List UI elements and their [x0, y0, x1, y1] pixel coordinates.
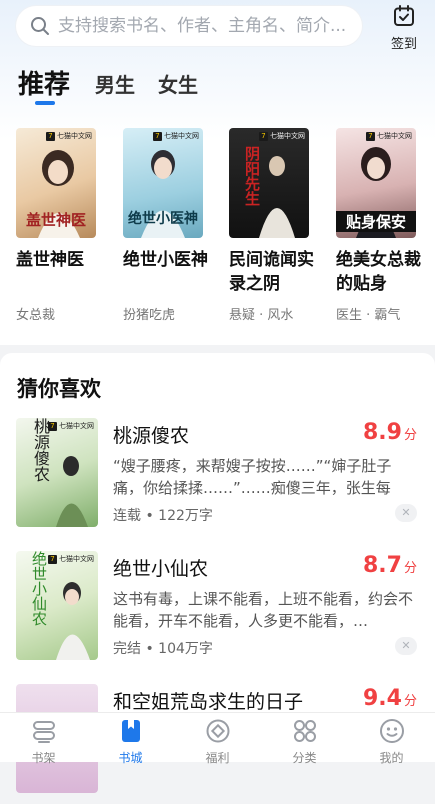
recommend-book-card[interactable]: 7 七猫中文网 阴阳先生 民间诡闻实录之阴 悬疑 · 风水	[229, 128, 315, 323]
book-title: 盖世神医	[16, 250, 84, 270]
book-description: 这书有毒，上课不能看，上班不能看，约会不能看，开车不能看，人多更不能看，…	[113, 590, 414, 630]
nav-label: 我的	[379, 751, 404, 765]
nav-label: 书架	[31, 751, 56, 765]
book-title: 绝美女总裁的贴身	[336, 250, 421, 294]
search-bar[interactable]	[16, 6, 362, 46]
nav-bookstore[interactable]: 书城	[87, 713, 174, 765]
book-tag: 女总裁	[16, 308, 56, 323]
nav-welfare[interactable]: 福利	[174, 713, 261, 765]
checkin-button[interactable]: 签到	[384, 4, 424, 52]
book-title: 绝世小医神	[123, 250, 208, 270]
book-cover: 7 七猫中文网 绝世小仙农	[16, 551, 98, 660]
cover-title: 绝世小医神	[128, 211, 198, 227]
cover-title: 盖世神医	[25, 211, 86, 229]
bookstore-icon	[121, 720, 140, 742]
nav-bookshelf[interactable]: 书架	[0, 713, 87, 765]
book-title: 和空姐荒岛求生的日子	[113, 691, 304, 713]
book-cover: 7 七猫中文网 贴身保安	[336, 128, 416, 238]
list-item[interactable]: 7 七猫中文网 桃源傻农 桃源傻农 8.9 分 “嫂子腰疼，来帮嫂子按按……”“婶子…	[0, 418, 435, 538]
tab-female[interactable]: 女生	[158, 69, 198, 98]
dismiss-icon[interactable]: ✕	[395, 637, 417, 655]
cover-figure	[56, 456, 88, 527]
section-title: 猜你喜欢	[17, 377, 101, 401]
book-cover: 7 七猫中文网 盖世神医	[16, 128, 96, 238]
nav-category[interactable]: 分类	[261, 713, 348, 765]
bookshelf-icon	[32, 721, 55, 743]
tab-male[interactable]: 男生	[95, 69, 135, 98]
cover-title: 阴阳先生	[243, 146, 261, 206]
guess-you-like-section: 猜你喜欢 7 七猫中文网 桃源傻农 桃源傻农 8.9 分 “嫂子腰疼，来帮嫂子按按……	[0, 353, 435, 793]
active-tab-indicator	[35, 101, 55, 105]
cover-figure	[56, 582, 90, 660]
nav-label: 福利	[205, 751, 230, 765]
recommend-book-card[interactable]: 7 七猫中文网 盖世神医 盖世神医 女总裁	[16, 128, 102, 323]
book-score: 9.4 分	[363, 686, 417, 711]
category-icon	[293, 720, 316, 742]
book-meta: 连载 • 122万字	[113, 508, 213, 524]
book-description: “嫂子腰疼，来帮嫂子按按……”“婶子肚子痛，你给揉揉……”……痴傻三年，张生每天…	[113, 457, 392, 497]
book-title: 绝世小仙农	[113, 558, 209, 580]
welfare-icon	[206, 719, 229, 743]
checkin-label: 签到	[390, 37, 417, 52]
cover-title: 贴身保安	[336, 211, 416, 232]
book-cover: 7 七猫中文网 桃源傻农	[16, 418, 98, 527]
book-tag: 医生 · 霸气	[336, 308, 401, 323]
nav-profile[interactable]: 我的	[348, 713, 435, 765]
bottom-nav: 书架 书城 福利 分类 我的	[0, 712, 435, 765]
search-icon	[31, 17, 49, 35]
nav-label: 书城	[118, 751, 143, 765]
list-item[interactable]: 7 七猫中文网 绝世小仙农 绝世小仙农 8.7 分 这书有毒，上课不能看，上班不能看…	[0, 551, 435, 671]
book-cover: 7 七猫中文网 绝世小医神	[123, 128, 203, 238]
dismiss-icon[interactable]: ✕	[395, 504, 417, 522]
book-tag: 扮猪吃虎	[123, 308, 176, 323]
book-score: 8.7 分	[363, 553, 417, 578]
book-score: 8.9 分	[363, 420, 417, 445]
calendar-check-icon	[394, 5, 414, 26]
book-title: 民间诡闻实录之阴	[229, 250, 314, 294]
book-tag: 悬疑 · 风水	[229, 308, 294, 323]
nav-label: 分类	[292, 751, 317, 765]
profile-icon	[379, 719, 404, 743]
book-meta: 完结 • 104万字	[113, 641, 213, 657]
tab-recommend[interactable]: 推荐	[18, 64, 70, 101]
search-input[interactable]	[58, 16, 348, 36]
book-title: 桃源傻农	[113, 425, 190, 447]
book-cover: 7 七猫中文网 阴阳先生	[229, 128, 309, 238]
recommend-book-card[interactable]: 7 七猫中文网 绝世小医神 绝世小医神 扮猪吃虎	[123, 128, 209, 323]
recommend-book-card[interactable]: 7 七猫中文网 贴身保安 绝美女总裁的贴身 医生 · 霸气	[336, 128, 422, 323]
